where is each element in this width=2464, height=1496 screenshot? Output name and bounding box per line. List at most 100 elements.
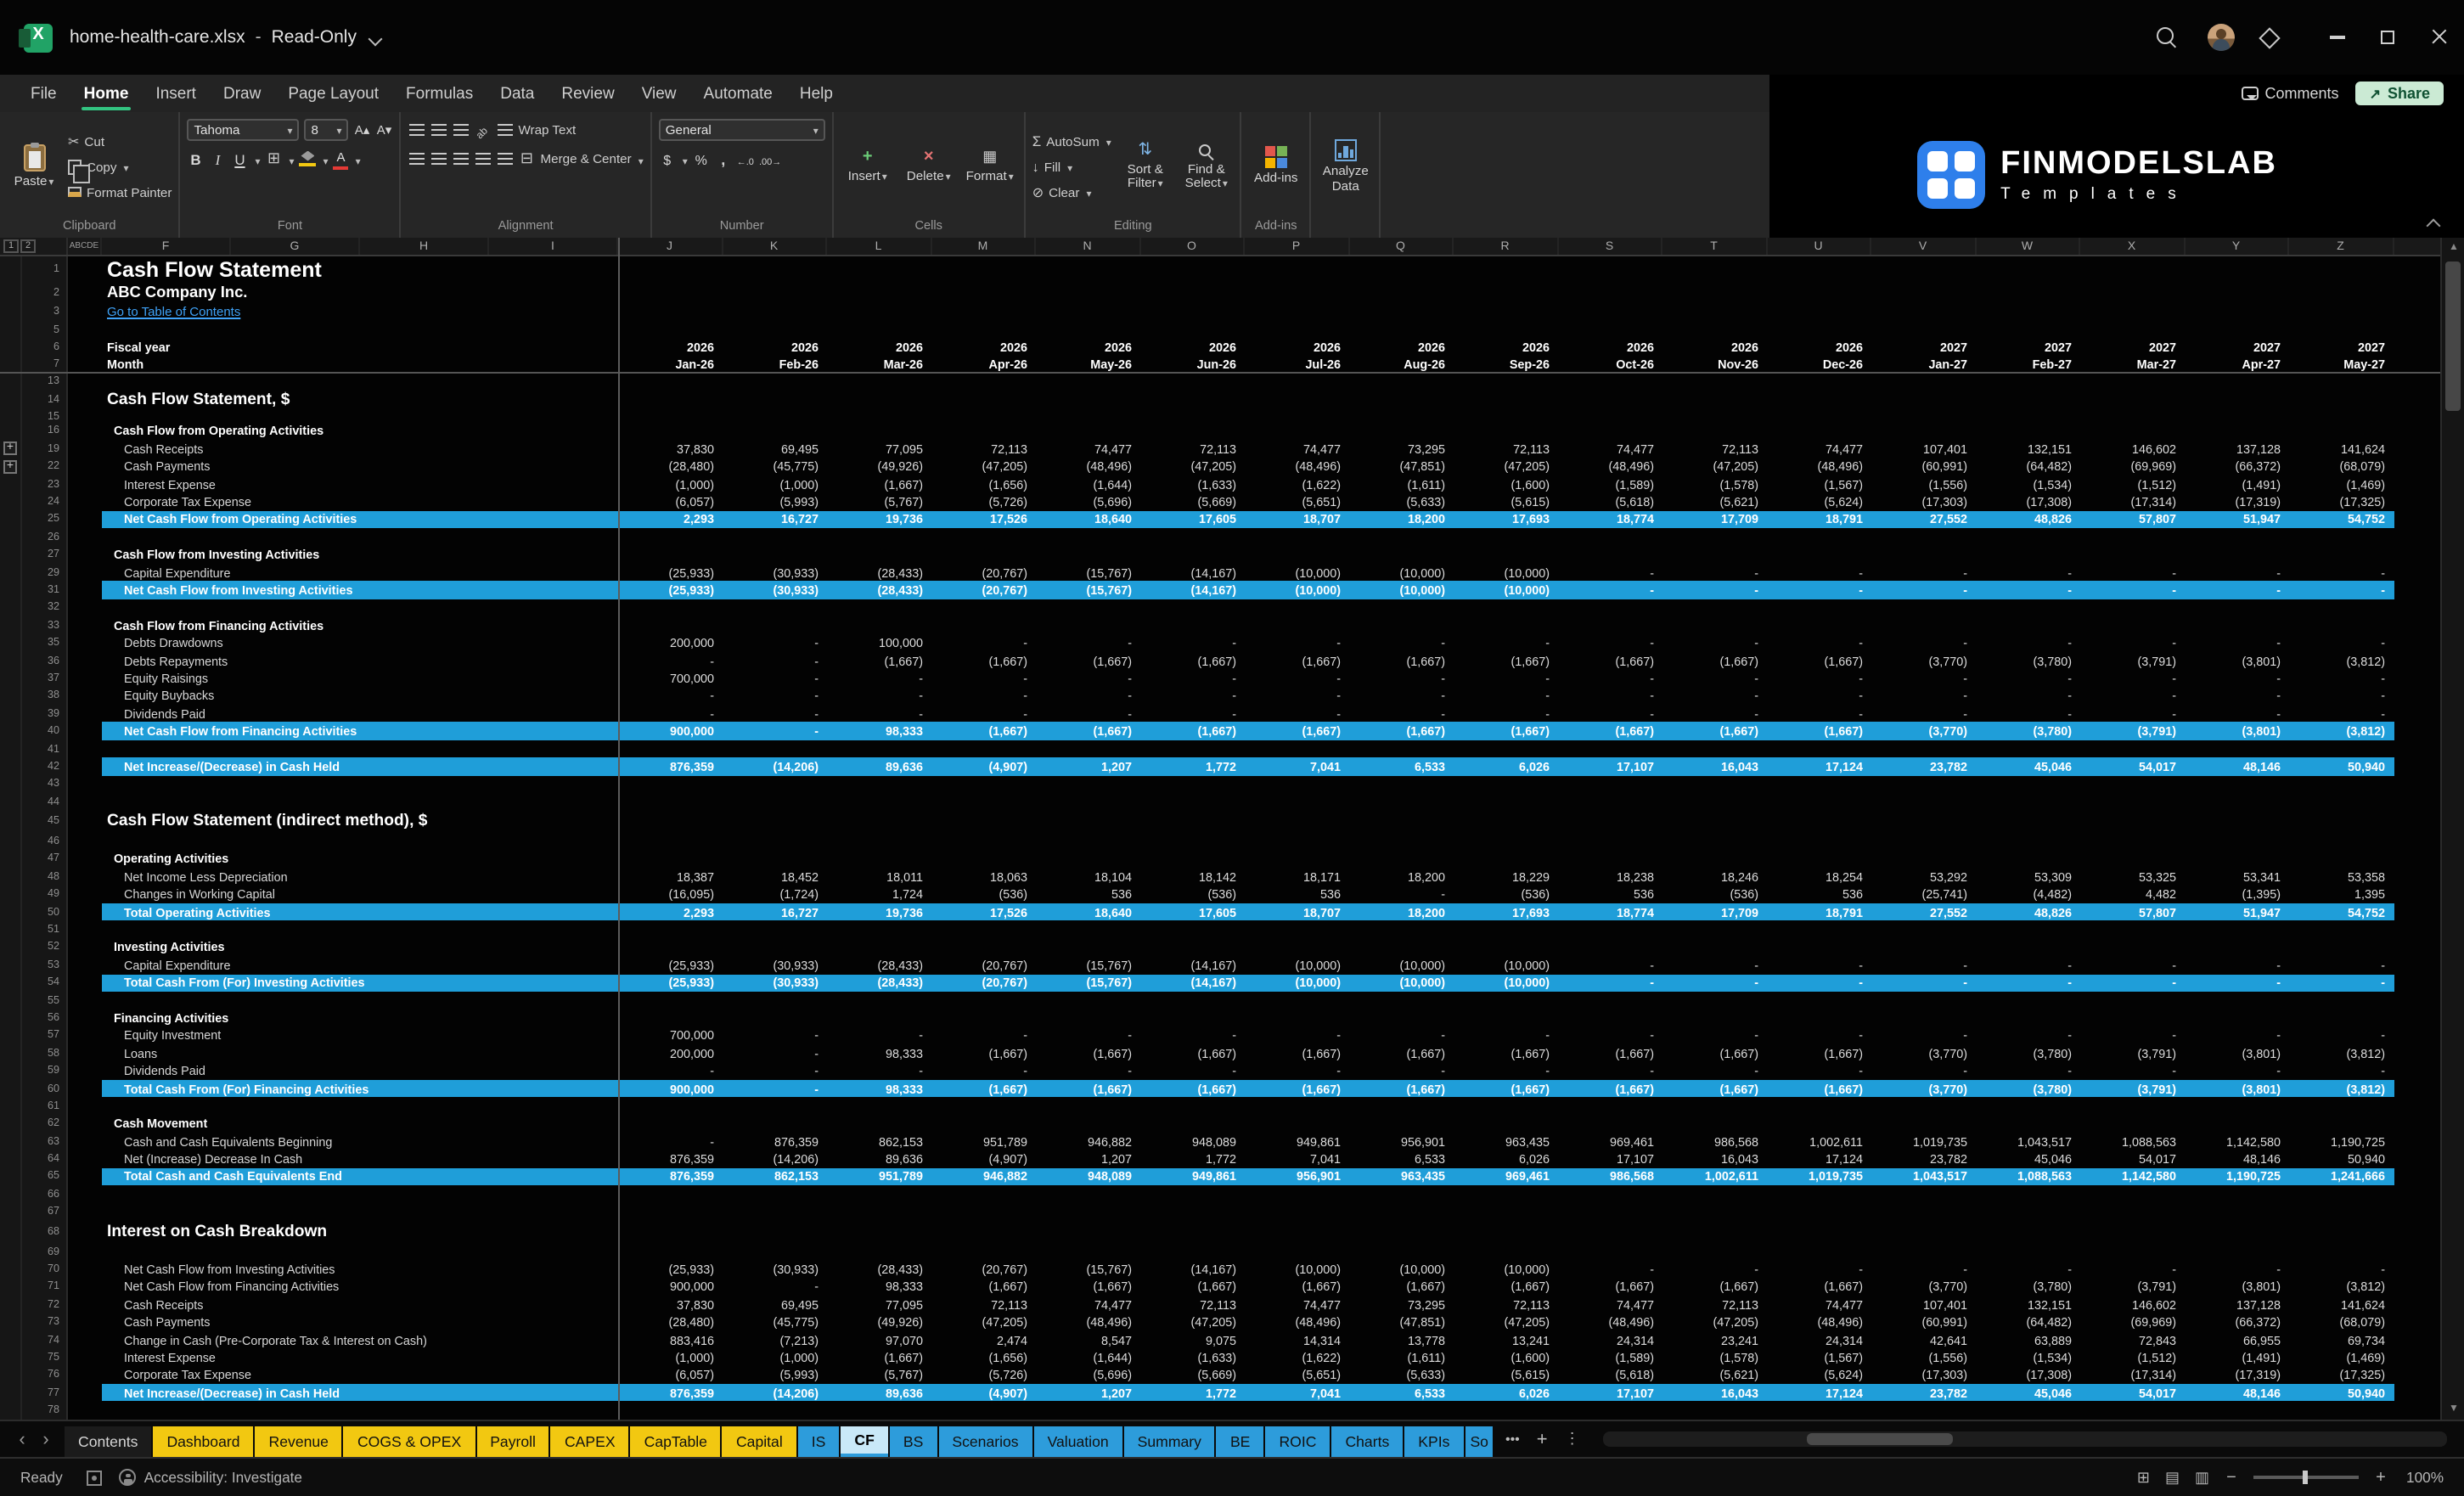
- fill-button[interactable]: Fill: [1032, 155, 1111, 178]
- cell[interactable]: (5,767): [827, 493, 931, 511]
- cell[interactable]: (536): [1140, 886, 1245, 903]
- row-number-67[interactable]: 67: [22, 1203, 68, 1221]
- cell[interactable]: (1,469): [2289, 475, 2394, 493]
- cell[interactable]: (5,993): [723, 1366, 827, 1384]
- cell[interactable]: 24,314: [1767, 1331, 1871, 1349]
- cell[interactable]: -: [1976, 1062, 2080, 1080]
- cell[interactable]: 54,752: [2289, 510, 2394, 528]
- cell[interactable]: 19,736: [827, 510, 931, 528]
- cell[interactable]: (5,621): [1662, 1366, 1767, 1384]
- cell[interactable]: -: [1558, 687, 1662, 705]
- cell[interactable]: (17,319): [2185, 1366, 2289, 1384]
- cell[interactable]: (1,667): [1767, 723, 1871, 740]
- cell[interactable]: 2026: [1558, 338, 1662, 356]
- cell[interactable]: -: [723, 1080, 827, 1098]
- cell[interactable]: -: [1349, 705, 1454, 723]
- cell[interactable]: 1,190,725: [2185, 1168, 2289, 1186]
- align-center-button[interactable]: [430, 149, 447, 169]
- cell[interactable]: (48,496): [1767, 1313, 1871, 1331]
- row-72-label[interactable]: Cash Receipts: [102, 1296, 618, 1313]
- cell[interactable]: -: [1349, 886, 1454, 903]
- row-74-label[interactable]: Change in Cash (Pre-Corporate Tax & Inte…: [102, 1331, 618, 1349]
- sheet-tab-contents[interactable]: Contents: [65, 1426, 151, 1457]
- orientation-button[interactable]: [474, 120, 491, 140]
- row-number-7[interactable]: 7: [22, 356, 68, 372]
- row-number-49[interactable]: 49: [22, 886, 68, 903]
- cell[interactable]: (1,667): [1245, 1080, 1349, 1098]
- cell[interactable]: 2026: [1767, 338, 1871, 356]
- cell[interactable]: (10,000): [1454, 564, 1558, 582]
- cell[interactable]: -: [2080, 687, 2185, 705]
- cell[interactable]: 17,107: [1558, 757, 1662, 775]
- cell[interactable]: 141,624: [2289, 1296, 2394, 1313]
- cell[interactable]: 4,482: [2080, 886, 2185, 903]
- sheet-tab-scenarios[interactable]: Scenarios: [938, 1426, 1032, 1457]
- cell[interactable]: 18,707: [1245, 903, 1349, 921]
- cell[interactable]: 1,207: [1036, 757, 1140, 775]
- cell[interactable]: 876,359: [618, 1168, 723, 1186]
- cell[interactable]: (5,624): [1767, 493, 1871, 511]
- cell[interactable]: (17,308): [1976, 493, 2080, 511]
- cell[interactable]: 2026: [618, 338, 723, 356]
- cell[interactable]: (28,433): [827, 1261, 931, 1279]
- row-43-label[interactable]: [102, 775, 618, 793]
- cell[interactable]: -: [2289, 564, 2394, 582]
- cell[interactable]: 63,889: [1976, 1331, 2080, 1349]
- cell[interactable]: (1,667): [931, 1279, 1036, 1296]
- cell[interactable]: Jul-26: [1245, 356, 1349, 372]
- cell[interactable]: (25,933): [618, 582, 723, 599]
- cell[interactable]: (1,667): [1349, 723, 1454, 740]
- cell[interactable]: Feb-26: [723, 356, 827, 372]
- cell[interactable]: Aug-26: [1349, 356, 1454, 372]
- find-select-button[interactable]: Find & Select: [1179, 117, 1234, 216]
- cell[interactable]: Sep-26: [1454, 356, 1558, 372]
- zoom-level[interactable]: 100%: [2403, 1469, 2444, 1486]
- cell[interactable]: 1,142,580: [2080, 1168, 2185, 1186]
- cell[interactable]: -: [1976, 582, 2080, 599]
- row-59-label[interactable]: Dividends Paid: [102, 1062, 618, 1080]
- cell[interactable]: 1,241,666: [2289, 1168, 2394, 1186]
- cell[interactable]: 963,435: [1349, 1168, 1454, 1186]
- sheet-tab-charts[interactable]: Charts: [1331, 1426, 1403, 1457]
- cell[interactable]: 18,707: [1245, 510, 1349, 528]
- cell[interactable]: 66,955: [2185, 1331, 2289, 1349]
- row-32-label[interactable]: [102, 599, 618, 616]
- analyze-data-button[interactable]: Analyze Data: [1319, 117, 1373, 216]
- cell[interactable]: (15,767): [1036, 1261, 1140, 1279]
- cell[interactable]: (3,812): [2289, 1080, 2394, 1098]
- cell[interactable]: -: [1871, 1062, 1976, 1080]
- cell[interactable]: Dec-26: [1767, 356, 1871, 372]
- cell[interactable]: (1,667): [931, 723, 1036, 740]
- cell[interactable]: (30,933): [723, 582, 827, 599]
- cell[interactable]: -: [2185, 974, 2289, 992]
- cell[interactable]: 48,146: [2185, 1384, 2289, 1402]
- cell[interactable]: (3,812): [2289, 1044, 2394, 1062]
- cell[interactable]: 986,568: [1662, 1133, 1767, 1150]
- cell[interactable]: (1,667): [1454, 1279, 1558, 1296]
- cell[interactable]: (1,644): [1036, 1349, 1140, 1367]
- cell[interactable]: 74,477: [1245, 1296, 1349, 1313]
- column-header-z[interactable]: Z: [2289, 238, 2394, 255]
- menu-tab-view[interactable]: View: [628, 75, 690, 112]
- cell[interactable]: (47,851): [1349, 1313, 1454, 1331]
- cell[interactable]: (3,812): [2289, 652, 2394, 670]
- cell[interactable]: May-26: [1036, 356, 1140, 372]
- cell[interactable]: 98,333: [827, 1279, 931, 1296]
- sheet-tab-payroll[interactable]: Payroll: [476, 1426, 549, 1457]
- cell[interactable]: (5,621): [1662, 493, 1767, 511]
- column-header-o[interactable]: O: [1140, 238, 1245, 255]
- cell[interactable]: (15,767): [1036, 564, 1140, 582]
- cell[interactable]: 54,017: [2080, 1384, 2185, 1402]
- row-number-75[interactable]: 75: [22, 1349, 68, 1367]
- row-number-31[interactable]: 31: [22, 582, 68, 599]
- cell[interactable]: (30,933): [723, 1261, 827, 1279]
- sheet-tab-cf[interactable]: CF: [841, 1426, 887, 1457]
- cell[interactable]: (1,667): [1558, 1279, 1662, 1296]
- cell[interactable]: 946,882: [1036, 1133, 1140, 1150]
- cell[interactable]: (1,589): [1558, 475, 1662, 493]
- cell[interactable]: 74,477: [1036, 1296, 1140, 1313]
- merge-center-label[interactable]: Merge & Center: [540, 151, 631, 166]
- row-number-74[interactable]: 74: [22, 1331, 68, 1349]
- page-layout-view-icon[interactable]: [2165, 1468, 2180, 1487]
- cell[interactable]: 536: [1767, 886, 1871, 903]
